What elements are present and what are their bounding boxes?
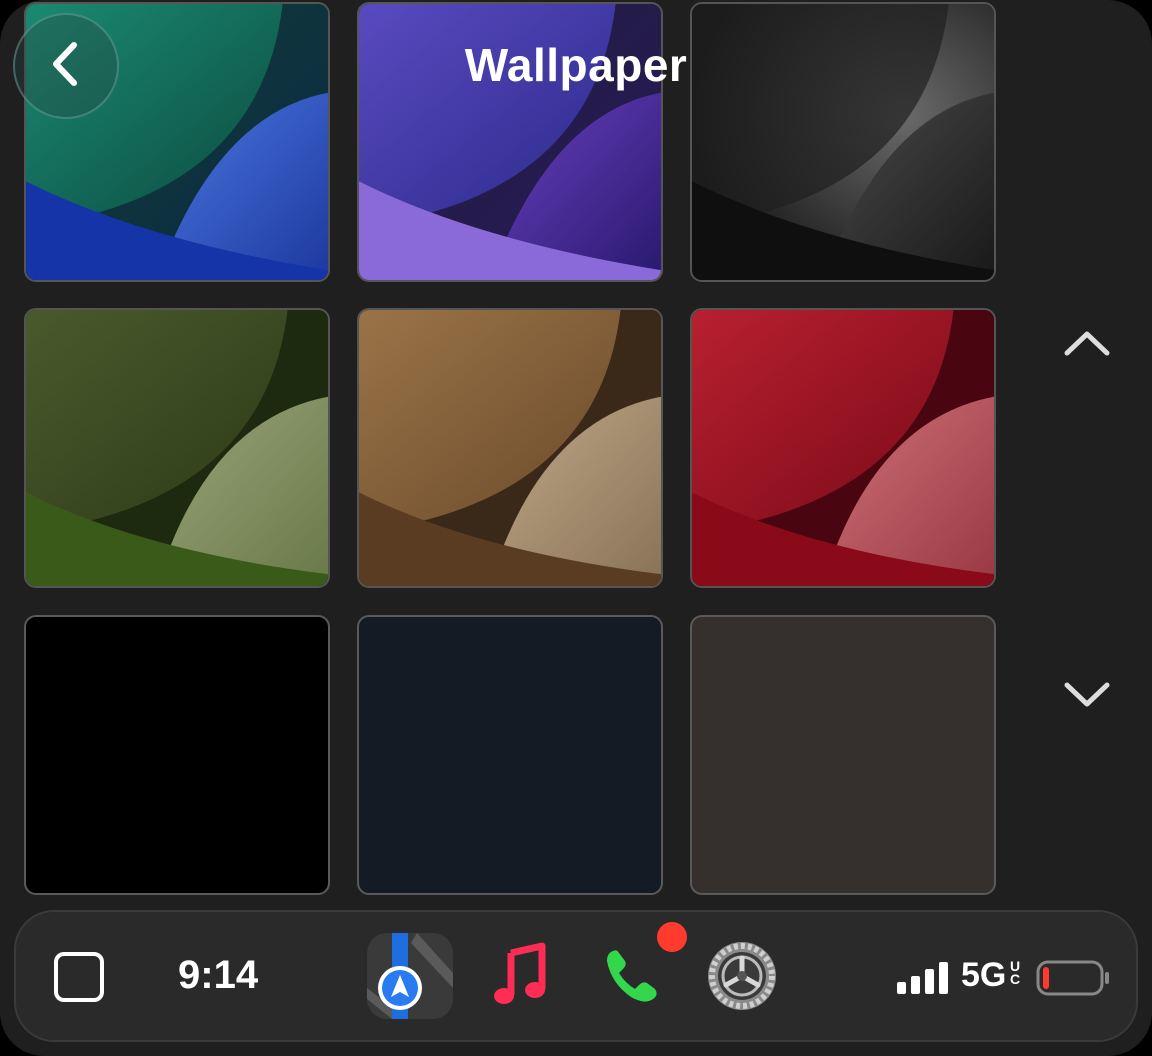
clock: 9:14: [178, 953, 259, 997]
chevron-up-icon: [1062, 328, 1112, 363]
wallpaper-olive-green[interactable]: [24, 308, 330, 588]
wallpaper-navy[interactable]: [357, 615, 663, 895]
settings-app-icon[interactable]: [699, 933, 785, 1019]
chevron-left-icon: [46, 39, 86, 94]
maps-app-icon[interactable]: [367, 933, 453, 1019]
notification-badge: [657, 922, 687, 952]
chevron-down-icon: [1062, 679, 1112, 714]
music-app-icon[interactable]: [478, 933, 564, 1019]
network-type-suffix: U C: [1010, 958, 1021, 987]
home-button[interactable]: [54, 952, 104, 1002]
wallpaper-black[interactable]: [24, 615, 330, 895]
network-type: 5G: [961, 956, 1007, 994]
signal-strength-icon: [897, 962, 951, 999]
carplay-screen: Wallpaper 9:14 5G U C: [0, 0, 1152, 1056]
wallpaper-tan-brown[interactable]: [357, 308, 663, 588]
scroll-up-button[interactable]: [1057, 325, 1117, 365]
wallpaper-red[interactable]: [690, 308, 996, 588]
scroll-down-button[interactable]: [1057, 676, 1117, 716]
back-button[interactable]: [13, 13, 119, 119]
battery-icon: [1036, 960, 1112, 1001]
wallpaper-warm-gray[interactable]: [690, 615, 996, 895]
page-title: Wallpaper: [464, 39, 688, 91]
